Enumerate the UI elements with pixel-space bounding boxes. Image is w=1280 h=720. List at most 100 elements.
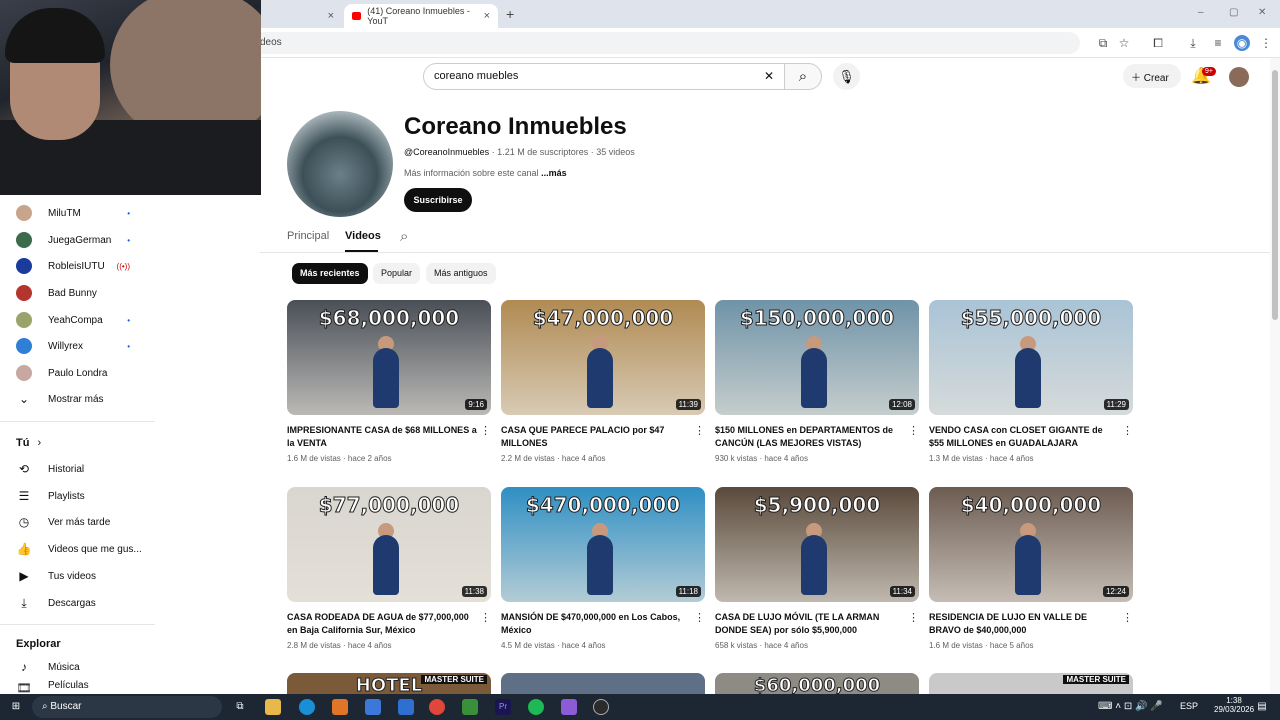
- bookmark-star-icon[interactable]: ☆: [1116, 35, 1132, 51]
- video-card[interactable]: $68,000,000 9:16 IMPRESIONANTE CASA de $68…: [287, 300, 491, 463]
- sidebar-item-downloads[interactable]: ⤓ Descargas: [0, 590, 150, 616]
- browser-tab-active[interactable]: (41) Coreano Inmuebles - YouT ×: [344, 4, 498, 28]
- sidebar-item-yeahcompa[interactable]: YeahCompa •: [0, 307, 150, 333]
- video-thumbnail-partial[interactable]: HOTEL MASTER SUITE: [287, 673, 491, 694]
- video-card[interactable]: $40,000,000 12:24 RESIDENCIA DE LUJO EN VA…: [929, 487, 1133, 650]
- user-avatar[interactable]: [1229, 67, 1249, 87]
- premiere-icon[interactable]: Pr: [495, 699, 511, 715]
- store-icon[interactable]: [365, 699, 381, 715]
- menu-dots-icon[interactable]: ⋮: [1258, 35, 1274, 51]
- show-more-button[interactable]: ⌄ Mostrar más: [0, 386, 150, 412]
- video-title[interactable]: CASA RODEADA DE AGUA de $77,000,000 en B…: [287, 611, 477, 637]
- chip-most-recent[interactable]: Más recientes: [292, 263, 368, 284]
- profile-icon[interactable]: ◉: [1234, 35, 1250, 51]
- sidebar-item-robleisiutu[interactable]: RobleisIUTU ((•)): [0, 253, 150, 279]
- sidebar-item-historial[interactable]: ⟲ Historial: [0, 456, 150, 482]
- tab-principal[interactable]: Principal: [287, 230, 329, 242]
- you-heading[interactable]: Tú ›: [16, 437, 41, 449]
- channel-avatar-large[interactable]: [287, 111, 393, 217]
- video-title[interactable]: MANSIÓN DE $470,000,000 en Los Cabos, Mé…: [501, 611, 691, 637]
- video-title[interactable]: RESIDENCIA DE LUJO EN VALLE DE BRAVO de …: [929, 611, 1119, 637]
- chrome-icon[interactable]: [429, 699, 445, 715]
- sidebar-item-your-videos[interactable]: ▶ Tus videos: [0, 563, 150, 589]
- sidebar-item-liked-videos[interactable]: 👍 Videos que me gus...: [0, 536, 150, 562]
- sidebar-item-juegagerman[interactable]: JuegaGerman •: [0, 227, 150, 253]
- video-thumbnail[interactable]: $47,000,000 11:39: [501, 300, 705, 415]
- clock[interactable]: 1:38 29/03/2026: [1214, 696, 1254, 714]
- install-app-icon[interactable]: ⧉: [1095, 35, 1111, 51]
- extensions-icon[interactable]: ⧠: [1150, 35, 1166, 51]
- video-menu-icon[interactable]: ⋮: [480, 611, 491, 624]
- tab-videos[interactable]: Videos: [345, 230, 381, 242]
- create-button[interactable]: ＋ Crear: [1123, 64, 1181, 88]
- video-menu-icon[interactable]: ⋮: [908, 611, 919, 624]
- sidebar-item-music[interactable]: ♪ Música: [0, 654, 150, 680]
- sidebar-item-willyrex[interactable]: Willyrex •: [0, 333, 150, 359]
- sidebar-item-watch-later[interactable]: ◷ Ver más tarde: [0, 509, 150, 535]
- discord-icon[interactable]: [561, 699, 577, 715]
- minimize-button[interactable]: –: [1198, 7, 1204, 18]
- video-title[interactable]: VENDO CASA con CLOSET GIGANTE de $55 MIL…: [929, 424, 1119, 450]
- windows-start-icon[interactable]: ⊞: [8, 699, 24, 715]
- video-menu-icon[interactable]: ⋮: [694, 611, 705, 624]
- sidebar-item-movies[interactable]: 🎞 Películas: [0, 680, 150, 694]
- video-title[interactable]: CASA DE LUJO MÓVIL (TE LA ARMAN DONDE SE…: [715, 611, 905, 637]
- close-icon[interactable]: ×: [328, 10, 334, 22]
- minecraft-icon[interactable]: [462, 699, 478, 715]
- video-thumbnail[interactable]: $77,000,000 11:38: [287, 487, 491, 602]
- clear-search-icon[interactable]: ✕: [764, 69, 774, 83]
- close-window-button[interactable]: ✕: [1258, 7, 1266, 18]
- video-title[interactable]: $150 MILLONES en DEPARTAMENTOS de CANCÚN…: [715, 424, 905, 450]
- taskbar-search[interactable]: ⌕ Buscar: [32, 696, 222, 718]
- video-menu-icon[interactable]: ⋮: [1122, 611, 1133, 624]
- video-thumbnail[interactable]: $40,000,000 12:24: [929, 487, 1133, 602]
- video-title[interactable]: CASA QUE PARECE PALACIO por $47 MILLONES: [501, 424, 691, 450]
- subscribe-button[interactable]: Suscribirse: [404, 188, 472, 212]
- sidebar-item-playlists[interactable]: ☰ Playlists: [0, 483, 150, 509]
- video-card[interactable]: $47,000,000 11:39 CASA QUE PARECE PALACIO …: [501, 300, 705, 463]
- media-control-icon[interactable]: ≡: [1210, 35, 1226, 51]
- video-thumbnail[interactable]: $5,900,000 11:34: [715, 487, 919, 602]
- browser-tab[interactable]: ×: [262, 4, 342, 28]
- brave-icon[interactable]: [332, 699, 348, 715]
- file-explorer-icon[interactable]: [265, 699, 281, 715]
- more-link[interactable]: ...más: [541, 168, 567, 178]
- new-tab-button[interactable]: +: [506, 6, 514, 22]
- video-card[interactable]: $5,900,000 11:34 CASA DE LUJO MÓVIL (TE LA…: [715, 487, 919, 650]
- channel-description[interactable]: Más información sobre este canal ...más: [404, 168, 567, 178]
- video-thumbnail[interactable]: $68,000,000 9:16: [287, 300, 491, 415]
- maximize-button[interactable]: ▢: [1229, 7, 1238, 18]
- channel-search-icon[interactable]: ⌕: [400, 228, 408, 245]
- close-icon[interactable]: ×: [484, 10, 490, 22]
- chip-oldest[interactable]: Más antiguos: [426, 263, 496, 284]
- mail-icon[interactable]: [398, 699, 414, 715]
- notification-center-icon[interactable]: ▤: [1254, 699, 1270, 715]
- video-card[interactable]: $470,000,000 11:18 MANSIÓN DE $470,000,000…: [501, 487, 705, 650]
- chip-popular[interactable]: Popular: [373, 263, 421, 284]
- video-menu-icon[interactable]: ⋮: [908, 424, 919, 437]
- video-thumbnail[interactable]: $150,000,000 12:08: [715, 300, 919, 415]
- obs-icon[interactable]: [593, 699, 609, 715]
- video-card[interactable]: $150,000,000 12:08 $150 MILLONES en DEPART…: [715, 300, 919, 463]
- voice-search-button[interactable]: 🎙: [833, 63, 860, 90]
- scrollbar[interactable]: [1270, 58, 1280, 694]
- url-field[interactable]: deos: [250, 32, 1080, 54]
- video-card[interactable]: $77,000,000 11:38 CASA RODEADA DE AGUA de …: [287, 487, 491, 650]
- video-card[interactable]: $55,000,000 11:29 VENDO CASA con CLOSET GI…: [929, 300, 1133, 463]
- video-menu-icon[interactable]: ⋮: [694, 424, 705, 437]
- search-button[interactable]: ⌕: [784, 63, 822, 90]
- download-icon[interactable]: ⤓: [1185, 35, 1201, 51]
- video-thumbnail[interactable]: $55,000,000 11:29: [929, 300, 1133, 415]
- video-thumbnail-partial[interactable]: MASTER SUITE: [929, 673, 1133, 694]
- sidebar-item-milutm[interactable]: MiluTM •: [0, 200, 150, 226]
- task-view-icon[interactable]: ⧉: [232, 699, 248, 715]
- search-input[interactable]: coreano muebles ✕: [423, 63, 785, 90]
- spotify-icon[interactable]: [528, 699, 544, 715]
- video-menu-icon[interactable]: ⋮: [1122, 424, 1133, 437]
- tray-icons[interactable]: ⌨ ˄ ⊡ 🔊 🎤: [1098, 701, 1163, 712]
- video-menu-icon[interactable]: ⋮: [480, 424, 491, 437]
- video-thumbnail-partial[interactable]: [501, 673, 705, 694]
- edge-icon[interactable]: [299, 699, 315, 715]
- video-thumbnail[interactable]: $470,000,000 11:18: [501, 487, 705, 602]
- language-indicator[interactable]: ESP: [1180, 701, 1198, 711]
